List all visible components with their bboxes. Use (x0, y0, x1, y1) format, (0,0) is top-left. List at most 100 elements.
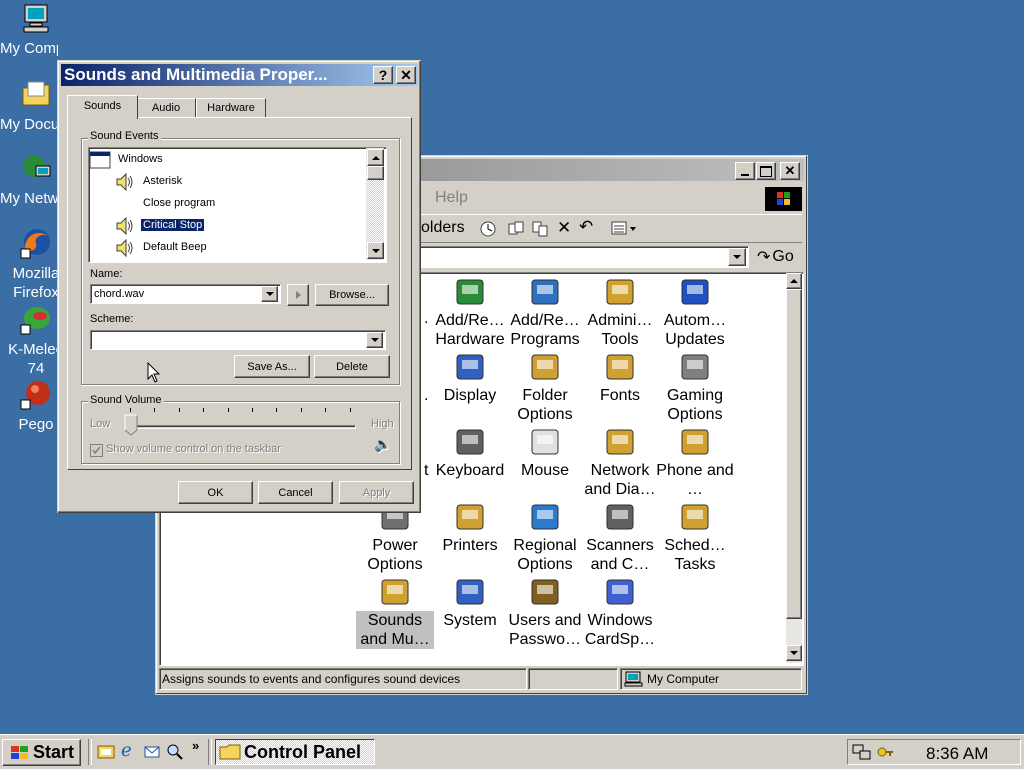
cancel-button[interactable]: Cancel (258, 481, 333, 504)
sound-event-row[interactable]: Default Beep (89, 237, 365, 259)
control-panel-item[interactable]: Gaming Options (656, 350, 734, 424)
play-button[interactable] (287, 284, 309, 306)
show-desktop-icon[interactable] (97, 743, 115, 761)
browse-button[interactable]: Browse... (315, 284, 389, 306)
vertical-scrollbar[interactable] (786, 273, 802, 663)
events-scrollbar[interactable] (366, 148, 384, 260)
control-panel-item-label: Printers (442, 537, 498, 554)
truncated-text: . (424, 387, 429, 404)
tab-audio[interactable]: Audio (136, 98, 196, 118)
start-button[interactable]: Start (2, 739, 81, 766)
volume-tick (178, 408, 180, 412)
internet-explorer-icon[interactable]: ℯ (121, 740, 132, 761)
control-panel-item[interactable]: System (431, 575, 509, 630)
task-label: Control Panel (244, 741, 362, 762)
address-dropdown-button[interactable] (728, 248, 746, 266)
control-panel-item-label: System (443, 612, 497, 629)
control-panel-item[interactable]: Printers (431, 500, 509, 555)
scroll-thumb[interactable] (786, 289, 802, 619)
control-panel-item[interactable]: Keyboard (431, 425, 509, 480)
help-button[interactable]: ? (373, 66, 393, 84)
name-field[interactable]: chord.wav (90, 284, 281, 304)
copy-to-icon[interactable] (531, 220, 549, 238)
clock: 8:36 AM (926, 744, 989, 763)
control-panel-item[interactable]: Scanners and C… (581, 500, 659, 574)
scroll-down-button[interactable] (786, 645, 802, 661)
show-volume-checkbox[interactable] (90, 444, 103, 457)
volume-slider-thumb[interactable] (124, 414, 138, 436)
close-button[interactable]: ✕ (396, 66, 416, 84)
control-panel-item[interactable]: Fonts (581, 350, 659, 405)
taskbar: Start ℯ » Control Panel 8:36 AM (0, 734, 1024, 769)
menu-help[interactable]: Help (435, 189, 468, 207)
delete-icon[interactable]: ✕ (557, 218, 571, 238)
control-panel-item[interactable]: Users and Passwo… (506, 575, 584, 649)
control-panel-item[interactable]: Mouse (506, 425, 584, 480)
show-volume-label: Show volume control on the taskbar (106, 443, 281, 455)
control-panel-item[interactable]: Sounds and Mu… (356, 575, 434, 649)
speaker-icon (116, 216, 133, 236)
sound-events-list[interactable]: Windows Asterisk Close program Critical Sto… (88, 147, 387, 263)
scroll-down-button[interactable] (367, 242, 384, 259)
cancel-label: Cancel (278, 486, 313, 499)
views-icon[interactable] (611, 220, 639, 238)
sound-event-row[interactable]: Windows (89, 149, 365, 171)
taskbar-button-control-panel[interactable]: Control Panel (215, 739, 375, 765)
desktop-icon-label: My Docum (0, 116, 58, 133)
name-dropdown-button[interactable] (261, 286, 278, 302)
control-panel-item[interactable]: Phone and … (656, 425, 734, 499)
scheme-select[interactable] (90, 330, 386, 350)
quicklaunch-chevron-icon[interactable]: » (192, 738, 199, 753)
dialog-title: Sounds and Multimedia Proper... (64, 65, 328, 84)
folder-options-icon (528, 350, 562, 384)
network-dialup-icon (603, 425, 637, 459)
scroll-thumb[interactable] (367, 166, 384, 180)
control-panel-item[interactable]: Add/Re… Programs (506, 275, 584, 349)
tab-sounds[interactable]: Sounds (67, 95, 138, 119)
save-as-button[interactable]: Save As... (234, 355, 310, 378)
apply-button[interactable]: Apply (339, 481, 414, 504)
control-panel-item[interactable]: Windows CardSp… (581, 575, 659, 649)
minimize-button[interactable] (735, 162, 755, 180)
control-panel-item[interactable]: Display (431, 350, 509, 405)
ok-button[interactable]: OK (178, 481, 253, 504)
search-icon[interactable] (166, 743, 184, 761)
move-to-icon[interactable] (507, 220, 525, 238)
sound-events-label: Sound Events (88, 130, 161, 142)
folders-button[interactable]: olders (421, 219, 465, 237)
maximize-button[interactable] (756, 162, 776, 180)
security-key-icon[interactable] (876, 743, 894, 761)
outlook-express-icon[interactable] (143, 743, 161, 761)
dialog-titlebar[interactable]: Sounds and Multimedia Proper... (61, 64, 418, 86)
control-panel-item[interactable]: Sched… Tasks (656, 500, 734, 574)
tab-hardware[interactable]: Hardware (196, 98, 266, 118)
scroll-up-button[interactable] (367, 149, 384, 166)
undo-icon[interactable]: ↶ (579, 217, 593, 237)
tab-label: Hardware (207, 102, 255, 114)
status-bar-panel (528, 668, 618, 690)
history-icon[interactable] (479, 220, 497, 238)
sound-event-row[interactable]: Asterisk (89, 171, 365, 193)
desktop-icon-my-computer[interactable]: My Comput (0, 2, 72, 58)
sounds-multimedia-dialog[interactable]: Sounds and Multimedia Proper... ? ✕ Soun… (57, 60, 421, 513)
fonts-icon (603, 350, 637, 384)
control-panel-item[interactable]: Folder Options (506, 350, 584, 424)
control-panel-item[interactable]: Admini… Tools (581, 275, 659, 349)
control-panel-item[interactable]: Autom… Updates (656, 275, 734, 349)
delete-button[interactable]: Delete (314, 355, 390, 378)
scheme-dropdown-button[interactable] (366, 332, 383, 348)
network-tray-icon[interactable] (852, 743, 872, 761)
my-computer-icon (624, 671, 643, 687)
control-panel-item[interactable]: Regional Options (506, 500, 584, 574)
control-panel-item[interactable]: Add/Re… Hardware (431, 275, 509, 349)
go-button[interactable]: ↷ Go (757, 246, 802, 268)
control-panel-item-label: Regional Options (513, 537, 577, 573)
control-panel-item[interactable]: Network and Dia… (581, 425, 659, 499)
scroll-up-button[interactable] (786, 273, 802, 289)
arrow-up-icon (790, 279, 798, 283)
sound-event-row[interactable]: Close program (89, 193, 365, 215)
volume-low-label: Low (90, 418, 111, 430)
close-button[interactable]: ✕ (780, 162, 800, 180)
sounds-multimedia-icon (378, 575, 412, 609)
sound-event-row[interactable]: Critical Stop (89, 215, 365, 237)
